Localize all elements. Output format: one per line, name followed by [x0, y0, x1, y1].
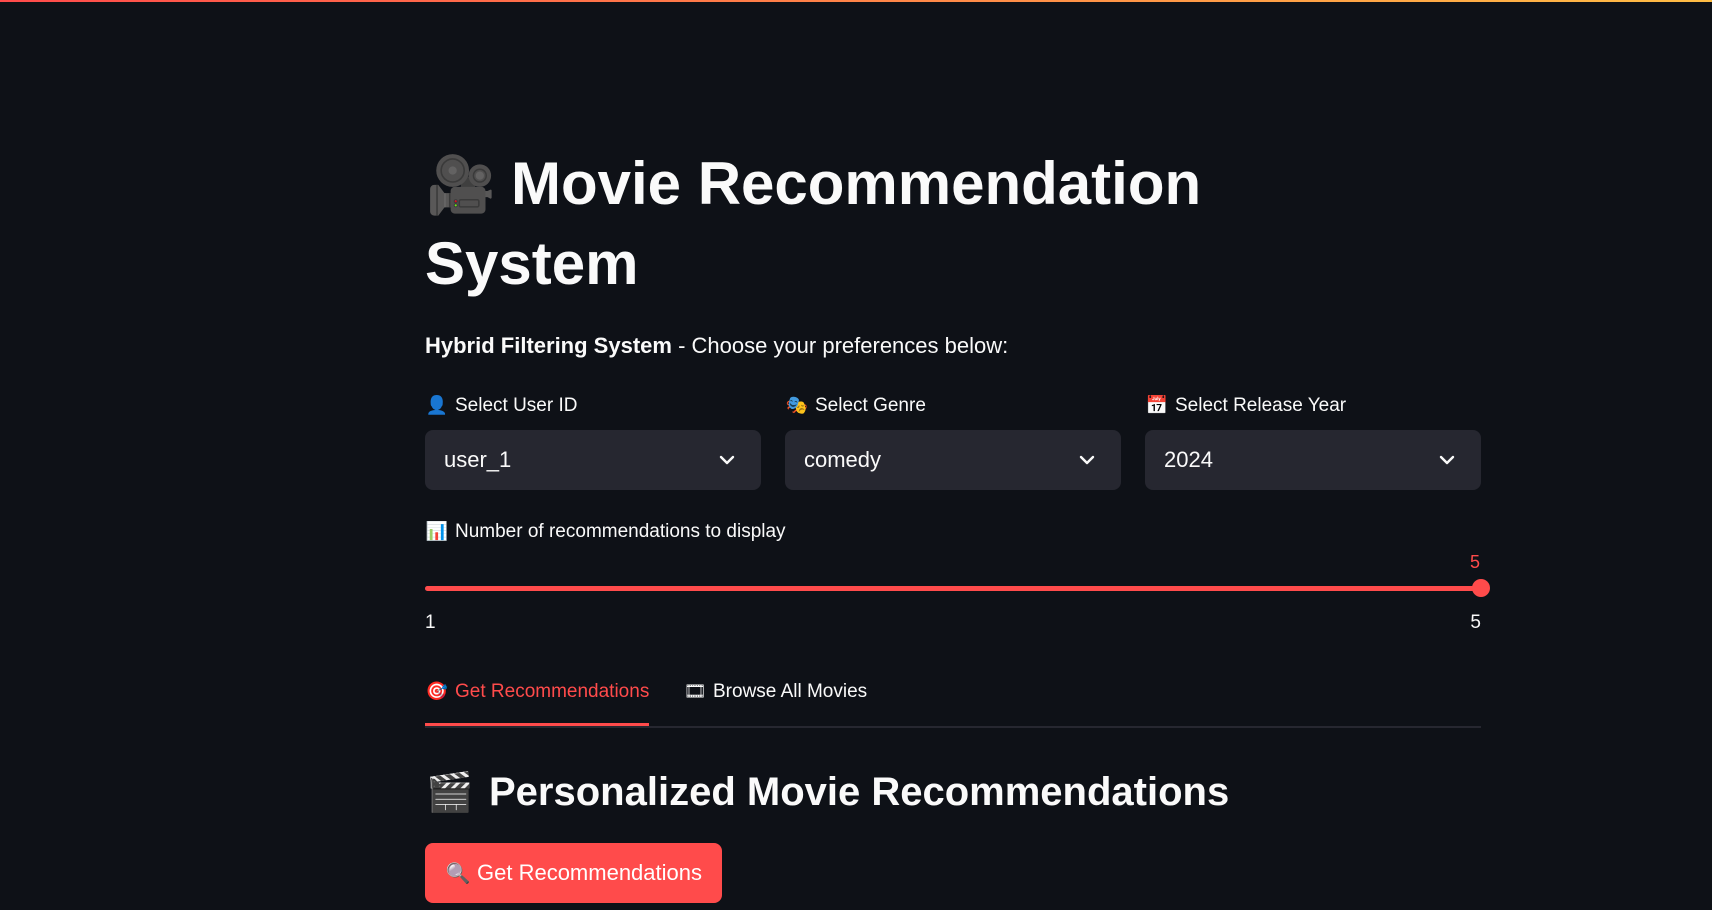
chevron-down-icon	[1079, 455, 1095, 465]
page-title: 🎥 Movie Recommendation System	[425, 145, 1325, 303]
user-silhouette-icon: 👤	[425, 395, 449, 416]
slider-label-text: Number of recommendations to display	[455, 521, 786, 542]
section-heading-text: Personalized Movie Recommendations	[489, 770, 1230, 814]
user-id-select-value: user_1	[444, 447, 512, 472]
clapper-board-icon: 🎬	[426, 770, 474, 814]
direct-hit-icon: 🎯	[425, 681, 449, 702]
theater-masks-icon: 🎭	[785, 395, 809, 416]
genre-label-text: Select Genre	[815, 395, 926, 416]
section-heading: 🎬 Personalized Movie Recommendations	[425, 764, 1229, 820]
subtitle-text: - Choose your preferences below:	[671, 333, 1009, 358]
slider-min-label: 1	[425, 612, 436, 633]
get-recommendations-button-label: Get Recommendations	[477, 860, 702, 885]
slider-track[interactable]	[425, 586, 1481, 591]
release-year-select[interactable]: 2024	[1145, 430, 1481, 490]
release-year-label: 📅 Select Release Year	[1145, 392, 1481, 420]
release-year-select-block: 📅 Select Release Year 2024	[1145, 392, 1481, 490]
movie-camera-icon: 🎥	[426, 153, 496, 218]
release-year-select-value: 2024	[1164, 447, 1213, 472]
slider-fill	[425, 586, 1481, 591]
slider-label: 📊 Number of recommendations to display	[425, 518, 786, 546]
get-recommendations-button[interactable]: 🔍 Get Recommendations	[425, 843, 722, 903]
main-content: 🎥 Movie Recommendation System Hybrid Filt…	[425, 0, 1490, 910]
calendar-icon: 📅	[1145, 395, 1169, 416]
film-strip-icon: 🎞	[683, 681, 707, 702]
page-title-text: Movie Recommendation System	[425, 150, 1202, 297]
user-id-select[interactable]: user_1	[425, 430, 761, 490]
tab-browse-all-movies-label: Browse All Movies	[713, 681, 868, 702]
slider-thumb[interactable]	[1472, 579, 1490, 597]
genre-label: 🎭 Select Genre	[785, 392, 1121, 420]
chevron-down-icon	[719, 455, 735, 465]
tab-get-recommendations-label: Get Recommendations	[455, 681, 650, 702]
page-subtitle: Hybrid Filtering System - Choose your pr…	[425, 330, 1008, 362]
user-id-select-block: 👤 Select User ID user_1	[425, 392, 761, 490]
tab-browse-all-movies[interactable]: 🎞 Browse All Movies	[683, 674, 868, 724]
release-year-label-text: Select Release Year	[1175, 395, 1347, 416]
tab-get-recommendations[interactable]: 🎯 Get Recommendations	[425, 674, 650, 726]
genre-select[interactable]: comedy	[785, 430, 1121, 490]
magnifier-icon: 🔍	[445, 861, 471, 885]
subtitle-bold: Hybrid Filtering System	[425, 333, 672, 358]
user-id-label-text: Select User ID	[455, 395, 578, 416]
genre-select-block: 🎭 Select Genre comedy	[785, 392, 1121, 490]
user-id-label: 👤 Select User ID	[425, 392, 761, 420]
genre-select-value: comedy	[804, 447, 882, 472]
chevron-down-icon	[1439, 455, 1455, 465]
slider-max-label: 5	[1470, 612, 1481, 633]
bar-chart-icon: 📊	[425, 521, 449, 542]
tab-bar: 🎯 Get Recommendations 🎞 Browse All Movies	[425, 674, 1481, 728]
slider-current-value: 5	[1469, 552, 1481, 572]
